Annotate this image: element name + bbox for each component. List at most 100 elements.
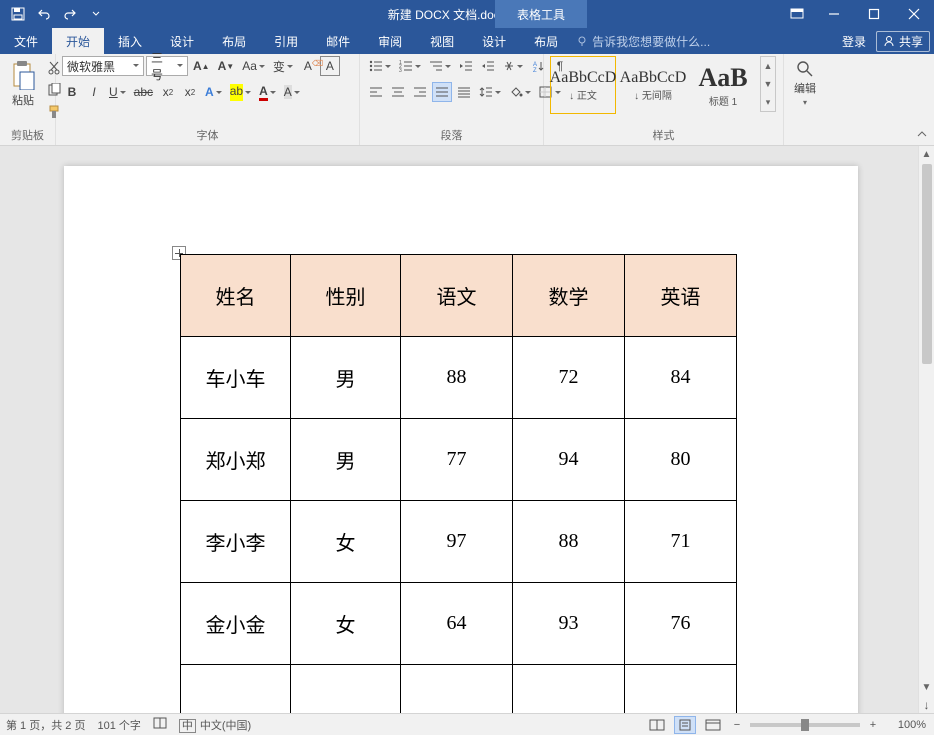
svg-text:Z: Z — [533, 68, 537, 72]
shading-button[interactable] — [506, 82, 534, 102]
underline-button[interactable]: U — [106, 82, 129, 102]
language-indicator[interactable]: 中中文(中国) — [179, 717, 251, 733]
bold-button[interactable]: B — [62, 82, 82, 102]
increase-indent-button[interactable] — [478, 56, 498, 76]
text-effects-button[interactable]: A — [202, 82, 225, 102]
font-name-combo[interactable]: 微软雅黑 — [62, 56, 144, 76]
tab-review[interactable]: 审阅 — [364, 28, 416, 54]
save-button[interactable] — [6, 2, 30, 26]
editing-dropdown[interactable]: 编辑 ▾ — [790, 56, 820, 111]
scroll-down-button[interactable]: ▼ — [919, 679, 934, 695]
page-indicator[interactable]: 第 1 页，共 2 页 — [6, 717, 85, 733]
undo-button[interactable] — [32, 2, 56, 26]
zoom-slider-knob[interactable] — [801, 719, 809, 731]
tab-mailings[interactable]: 邮件 — [312, 28, 364, 54]
font-color-button[interactable]: A — [256, 82, 279, 102]
document-table[interactable]: 姓名 性别 语文 数学 英语 车小车男887284 郑小郑男779480 李小李… — [180, 254, 737, 713]
align-right-button[interactable] — [410, 82, 430, 102]
font-size-combo[interactable]: 三号 — [146, 56, 188, 76]
strikethrough-button[interactable]: abc — [131, 82, 156, 102]
qat-customize-button[interactable] — [84, 2, 108, 26]
read-mode-button[interactable] — [646, 716, 668, 734]
collapse-ribbon-button[interactable] — [914, 127, 930, 143]
styles-scroll-up[interactable]: ▲ — [761, 57, 775, 75]
minimize-button[interactable] — [814, 0, 854, 28]
zoom-level[interactable]: 100% — [886, 719, 926, 731]
group-label-paragraph: 段落 — [366, 127, 537, 145]
scroll-up-button[interactable]: ▲ — [919, 146, 934, 162]
justify-button[interactable] — [432, 82, 452, 102]
maximize-button[interactable] — [854, 0, 894, 28]
zoom-out-button[interactable]: − — [730, 719, 744, 731]
header-cell[interactable]: 语文 — [401, 255, 513, 337]
spellcheck-button[interactable] — [153, 716, 167, 733]
align-left-button[interactable] — [366, 82, 386, 102]
align-center-button[interactable] — [388, 82, 408, 102]
character-shading-button[interactable]: A — [281, 82, 303, 102]
svg-text:3: 3 — [399, 68, 402, 72]
paste-button[interactable]: 粘贴 — [6, 56, 40, 112]
ribbon: 粘贴 剪贴板 微软雅黑 三号 A▲ A▼ Aa 变 A⌫ A B — [0, 54, 934, 146]
styles-expand[interactable]: ▾ — [761, 93, 775, 111]
header-cell[interactable]: 性别 — [291, 255, 401, 337]
tell-me-search[interactable]: 告诉我您想要做什么... — [576, 28, 710, 54]
word-count[interactable]: 101 个字 — [97, 717, 140, 733]
tab-layout[interactable]: 布局 — [208, 28, 260, 54]
status-bar: 第 1 页，共 2 页 101 个字 中中文(中国) − + 100% — [0, 713, 934, 735]
shrink-font-button[interactable]: A▼ — [215, 56, 238, 76]
style-heading-1[interactable]: AaB 标题 1 — [690, 56, 756, 114]
table-row[interactable]: 金小金女649376 — [181, 583, 737, 665]
zoom-slider[interactable] — [750, 723, 860, 727]
print-layout-button[interactable] — [674, 716, 696, 734]
table-row[interactable]: 车小车男887284 — [181, 337, 737, 419]
share-button[interactable]: 共享 — [876, 31, 930, 52]
style-no-spacing[interactable]: AaBbCcD ↓ 无间隔 — [620, 56, 686, 114]
vertical-scrollbar[interactable]: ▲ ▼ ↓ — [918, 146, 934, 713]
distributed-button[interactable] — [454, 82, 474, 102]
phonetic-guide-button[interactable]: 变 — [270, 56, 296, 76]
highlight-button[interactable]: ab — [227, 82, 254, 102]
tab-home[interactable]: 开始 — [52, 28, 104, 54]
italic-button[interactable]: I — [84, 82, 104, 102]
object-browse-down[interactable]: ↓ — [919, 697, 934, 713]
line-spacing-button[interactable] — [476, 82, 504, 102]
grow-font-button[interactable]: A▲ — [190, 56, 213, 76]
bullets-button[interactable] — [366, 56, 394, 76]
tab-file[interactable]: 文件 — [0, 28, 52, 54]
asian-layout-button[interactable] — [500, 56, 526, 76]
change-case-button[interactable]: Aa — [239, 56, 268, 76]
web-layout-button[interactable] — [702, 716, 724, 734]
style-normal[interactable]: AaBbCcD ↓ 正文 — [550, 56, 616, 114]
clear-formatting-button[interactable]: A⌫ — [298, 56, 318, 76]
header-cell[interactable]: 姓名 — [181, 255, 291, 337]
zoom-in-button[interactable]: + — [866, 719, 880, 731]
numbering-button[interactable]: 123 — [396, 56, 424, 76]
table-header-row[interactable]: 姓名 性别 语文 数学 英语 — [181, 255, 737, 337]
ribbon-display-options-button[interactable] — [780, 0, 814, 28]
superscript-button[interactable]: x2 — [180, 82, 200, 102]
styles-scroll-down[interactable]: ▼ — [761, 75, 775, 93]
group-clipboard: 粘贴 剪贴板 — [0, 54, 56, 145]
header-cell[interactable]: 数学 — [513, 255, 625, 337]
book-icon — [153, 716, 167, 730]
table-row[interactable] — [181, 665, 737, 714]
multilevel-list-button[interactable] — [426, 56, 454, 76]
decrease-indent-button[interactable] — [456, 56, 476, 76]
header-cell[interactable]: 英语 — [625, 255, 737, 337]
page[interactable]: 姓名 性别 语文 数学 英语 车小车男887284 郑小郑男779480 李小李… — [64, 166, 858, 713]
table-row[interactable]: 李小李女978871 — [181, 501, 737, 583]
signin-link[interactable]: 登录 — [842, 33, 866, 50]
tab-table-design[interactable]: 设计 — [468, 28, 520, 54]
tab-references[interactable]: 引用 — [260, 28, 312, 54]
tab-table-layout[interactable]: 布局 — [520, 28, 572, 54]
close-button[interactable] — [894, 0, 934, 28]
table-row[interactable]: 郑小郑男779480 — [181, 419, 737, 501]
document-area[interactable]: 姓名 性别 语文 数学 英语 车小车男887284 郑小郑男779480 李小李… — [0, 146, 918, 713]
scroll-thumb[interactable] — [922, 164, 932, 364]
subscript-button[interactable]: x2 — [158, 82, 178, 102]
redo-button[interactable] — [58, 2, 82, 26]
group-label-clipboard: 剪贴板 — [6, 127, 49, 145]
bullets-icon — [369, 60, 383, 72]
tab-insert[interactable]: 插入 — [104, 28, 156, 54]
tab-view[interactable]: 视图 — [416, 28, 468, 54]
